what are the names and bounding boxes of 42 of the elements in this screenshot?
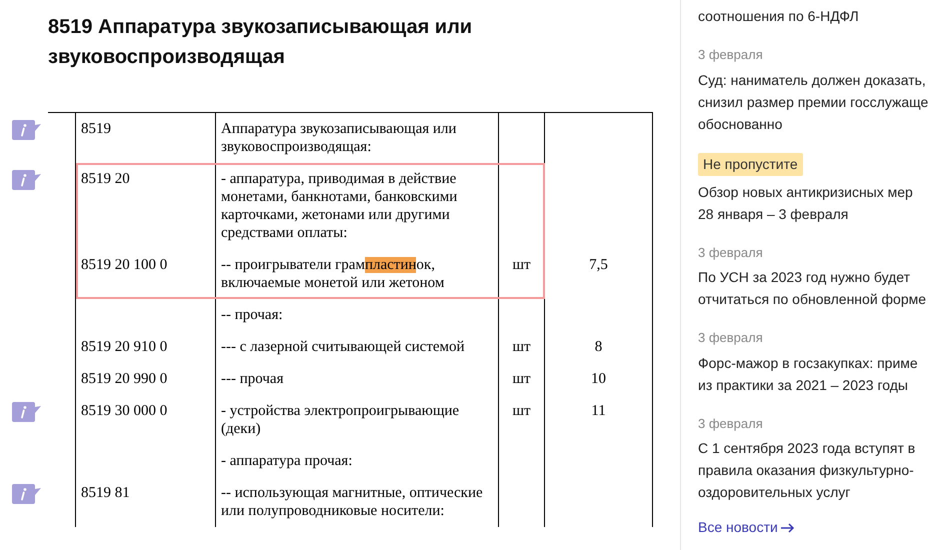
arrow-right-icon bbox=[780, 522, 795, 532]
news-title-link[interactable]: Форс-мажор в госзакупках: приме из практики за 2021 – 2023 годы bbox=[698, 352, 931, 396]
code-cell: 8519 20 910 0 bbox=[75, 331, 215, 363]
rate-cell: 7,5 bbox=[544, 249, 653, 299]
description-cell: Аппаратура звукозаписывающая или звуковоспроизводящая: bbox=[215, 113, 498, 163]
description-cell: --- прочая bbox=[215, 363, 498, 395]
info-note-icon[interactable] bbox=[12, 170, 41, 190]
news-title-link[interactable]: По УСН за 2023 год нужно будет отчитаться по обновленной форме bbox=[698, 266, 931, 310]
code-cell: 8519 20 990 0 bbox=[75, 363, 215, 395]
description-cell: - устройства электропроигрывающие (деки) bbox=[215, 395, 498, 445]
news-date: 3 февраля bbox=[698, 414, 764, 433]
description-cell: --- с лазерной считывающей системой bbox=[215, 331, 498, 363]
description-cell: - аппаратура, приводимая в действие монетами, банкнотами, банковскими карточками, жетонами или другими средствами оплаты: bbox=[215, 163, 498, 249]
code-cell: 8519 20 100 0 bbox=[75, 249, 215, 299]
news-date: 3 февраля bbox=[698, 329, 764, 347]
description-cell: -- проигрыватели грампластинок, включаемые монетой или жетоном bbox=[215, 249, 498, 299]
all-news-link[interactable]: Все новости bbox=[698, 517, 931, 538]
page-heading: 8519 Аппаратура звукозаписывающая или звуковоспроизводящая bbox=[47, 15, 474, 70]
rate-cell: 8 bbox=[544, 331, 653, 363]
news-date: 3 февраля bbox=[698, 244, 764, 262]
news-title-link[interactable]: Суд: наниматель должен доказать, снизил размер премии госслужаще обоснованно bbox=[698, 68, 931, 134]
info-note-icon[interactable] bbox=[12, 120, 41, 140]
news-title-link[interactable]: соотношения по 6-НДФЛ bbox=[698, 5, 931, 27]
description-cell: - аппаратура прочая: bbox=[215, 445, 498, 477]
code-cell: 8519 bbox=[75, 113, 215, 163]
unit-cell: шт bbox=[498, 331, 544, 363]
code-cell: 8519 81 bbox=[75, 477, 215, 527]
code-cell: 8519 30 000 0 bbox=[75, 395, 215, 445]
code-cell: 8519 20 bbox=[75, 163, 215, 249]
news-title-link[interactable]: С 1 сентября 2023 года вступят в правила оказания физкультурно- оздоровительных услуг bbox=[698, 437, 931, 503]
rate-cell: 11 bbox=[544, 395, 653, 445]
description-cell: -- прочая: bbox=[215, 299, 498, 331]
info-note-icon[interactable] bbox=[12, 484, 41, 504]
unit-cell: шт bbox=[498, 363, 544, 395]
unit-cell: шт bbox=[498, 395, 544, 445]
unit-cell: шт bbox=[498, 249, 544, 299]
description-cell: -- использующая магнитные, оптические или полупроводниковые носители: bbox=[215, 477, 498, 527]
news-date: 3 февраля bbox=[698, 46, 764, 64]
rate-cell: 10 bbox=[544, 363, 653, 395]
info-note-icon[interactable] bbox=[12, 402, 41, 422]
badge: Не пропустите bbox=[698, 152, 803, 176]
news-title-link[interactable]: Обзор новых антикризисных мер 28 января – 3 февраля bbox=[698, 180, 931, 224]
